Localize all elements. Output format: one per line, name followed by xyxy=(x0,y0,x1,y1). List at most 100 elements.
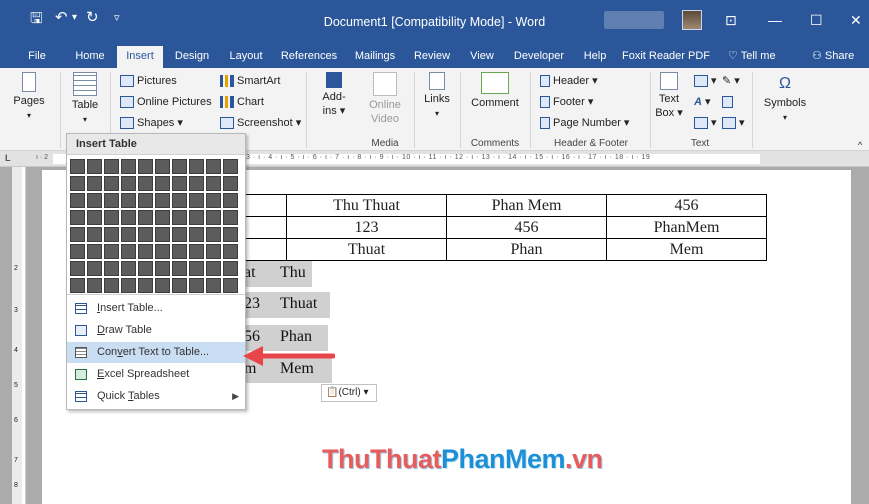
shapes-button[interactable]: Shapes ▾ xyxy=(120,116,183,130)
avatar[interactable] xyxy=(682,10,702,30)
table-grid-cell[interactable] xyxy=(104,193,119,208)
table-cell[interactable]: PhanMem xyxy=(606,216,767,239)
quick-parts-button[interactable]: ▾ xyxy=(694,74,717,88)
table-grid-cell[interactable] xyxy=(172,261,187,276)
minimize-icon[interactable]: — xyxy=(768,12,782,28)
symbols-button[interactable]: Ω Symbols ▾ xyxy=(760,72,810,125)
table-grid-cell[interactable] xyxy=(138,278,153,293)
table-grid-cell[interactable] xyxy=(155,210,170,225)
table-grid-cell[interactable] xyxy=(70,176,85,191)
table-cell[interactable]: 123 xyxy=(286,216,447,239)
table-grid-cell[interactable] xyxy=(87,227,102,242)
table-cell[interactable]: Phan Mem xyxy=(446,194,607,217)
share-button[interactable]: ⚇ Share xyxy=(812,46,854,68)
table-grid-cell[interactable] xyxy=(104,176,119,191)
table-grid-cell[interactable] xyxy=(155,227,170,242)
table-cell[interactable]: Thuat xyxy=(286,238,447,261)
table-grid-cell[interactable] xyxy=(104,278,119,293)
restore-icon[interactable]: ☐ xyxy=(810,12,823,29)
table-grid-cell[interactable] xyxy=(121,261,136,276)
table-grid-cell[interactable] xyxy=(138,227,153,242)
table-grid-cell[interactable] xyxy=(138,159,153,174)
smartart-button[interactable]: SmartArt xyxy=(220,74,280,88)
menu-item-convert-text-to-table[interactable]: Convert Text to Table... xyxy=(67,342,245,363)
table-grid-cell[interactable] xyxy=(70,193,85,208)
table-grid-cell[interactable] xyxy=(104,261,119,276)
table-grid-cell[interactable] xyxy=(172,176,187,191)
table-grid-cell[interactable] xyxy=(172,193,187,208)
table-button[interactable]: Table ▾ xyxy=(66,72,104,127)
table-grid-cell[interactable] xyxy=(104,210,119,225)
table-grid-cell[interactable] xyxy=(172,244,187,259)
table-grid-cell[interactable] xyxy=(87,261,102,276)
table-grid-cell[interactable] xyxy=(121,210,136,225)
page-number-button[interactable]: Page Number ▾ xyxy=(540,116,629,130)
online-pictures-button[interactable]: Online Pictures xyxy=(120,95,212,109)
tab-view[interactable]: View xyxy=(464,46,500,68)
table-grid-cell[interactable] xyxy=(87,159,102,174)
table-grid-cell[interactable] xyxy=(206,210,221,225)
table-grid-cell[interactable] xyxy=(87,278,102,293)
table-grid-cell[interactable] xyxy=(206,278,221,293)
collapse-ribbon-icon[interactable]: ^ xyxy=(858,138,862,152)
tab-home[interactable]: Home xyxy=(70,46,110,68)
screenshot-button[interactable]: Screenshot ▾ xyxy=(220,116,301,130)
table-grid-cell[interactable] xyxy=(155,159,170,174)
table-grid-cell[interactable] xyxy=(121,244,136,259)
table-grid-cell[interactable] xyxy=(155,278,170,293)
tab-design[interactable]: Design xyxy=(170,46,214,68)
table-cell[interactable]: Phan xyxy=(446,238,607,261)
table-grid-cell[interactable] xyxy=(172,278,187,293)
table-grid-cell[interactable] xyxy=(223,278,238,293)
table-grid-cell[interactable] xyxy=(172,210,187,225)
table-grid-cell[interactable] xyxy=(189,176,204,191)
table-grid-cell[interactable] xyxy=(206,159,221,174)
table-grid-cell[interactable] xyxy=(70,159,85,174)
table-grid-cell[interactable] xyxy=(104,227,119,242)
table-grid-cell[interactable] xyxy=(172,227,187,242)
table-grid-cell[interactable] xyxy=(223,159,238,174)
pages-button[interactable]: Pages ▾ xyxy=(6,72,52,123)
table-grid-cell[interactable] xyxy=(138,261,153,276)
tab-foxit-reader-pdf[interactable]: Foxit Reader PDF xyxy=(620,46,712,68)
table-grid-cell[interactable] xyxy=(223,227,238,242)
table-grid-cell[interactable] xyxy=(70,227,85,242)
table-cell[interactable]: 456 xyxy=(606,194,767,217)
tab-help[interactable]: Help xyxy=(578,46,612,68)
table-grid-cell[interactable] xyxy=(155,244,170,259)
table-grid-cell[interactable] xyxy=(189,261,204,276)
table-grid-cell[interactable] xyxy=(155,193,170,208)
table-size-grid[interactable] xyxy=(70,159,242,293)
table-cell[interactable]: Mem xyxy=(606,238,767,261)
table-grid-cell[interactable] xyxy=(189,159,204,174)
tab-developer[interactable]: Developer xyxy=(508,46,570,68)
table-grid-cell[interactable] xyxy=(206,193,221,208)
add-ins-button[interactable]: Add-ins ▾ xyxy=(316,72,352,118)
table-grid-cell[interactable] xyxy=(70,244,85,259)
table-grid-cell[interactable] xyxy=(172,159,187,174)
table-grid-cell[interactable] xyxy=(189,210,204,225)
tab-layout[interactable]: Layout xyxy=(224,46,268,68)
wordart-button[interactable]: A ▾ xyxy=(694,95,710,109)
date-time-button[interactable] xyxy=(722,95,736,109)
chart-button[interactable]: Chart xyxy=(220,95,264,109)
comment-button[interactable]: Comment xyxy=(466,72,524,110)
tab-review[interactable]: Review xyxy=(410,46,454,68)
table-grid-cell[interactable] xyxy=(189,244,204,259)
table-grid-cell[interactable] xyxy=(70,278,85,293)
tab-mailings[interactable]: Mailings xyxy=(350,46,400,68)
table-grid-cell[interactable] xyxy=(155,261,170,276)
table-grid-cell[interactable] xyxy=(206,261,221,276)
table-grid-cell[interactable] xyxy=(155,176,170,191)
footer-button[interactable]: Footer ▾ xyxy=(540,95,593,109)
tab-insert[interactable]: Insert xyxy=(117,46,163,68)
table-grid-cell[interactable] xyxy=(104,244,119,259)
tab-selector[interactable]: L xyxy=(5,153,11,163)
table-grid-cell[interactable] xyxy=(87,244,102,259)
close-icon[interactable]: ✕ xyxy=(850,12,862,29)
table-grid-cell[interactable] xyxy=(189,227,204,242)
table-grid-cell[interactable] xyxy=(121,176,136,191)
table-cell[interactable]: 456 xyxy=(446,216,607,239)
paste-options-button[interactable]: 📋(Ctrl) ▾ xyxy=(321,384,377,402)
table-grid-cell[interactable] xyxy=(70,261,85,276)
